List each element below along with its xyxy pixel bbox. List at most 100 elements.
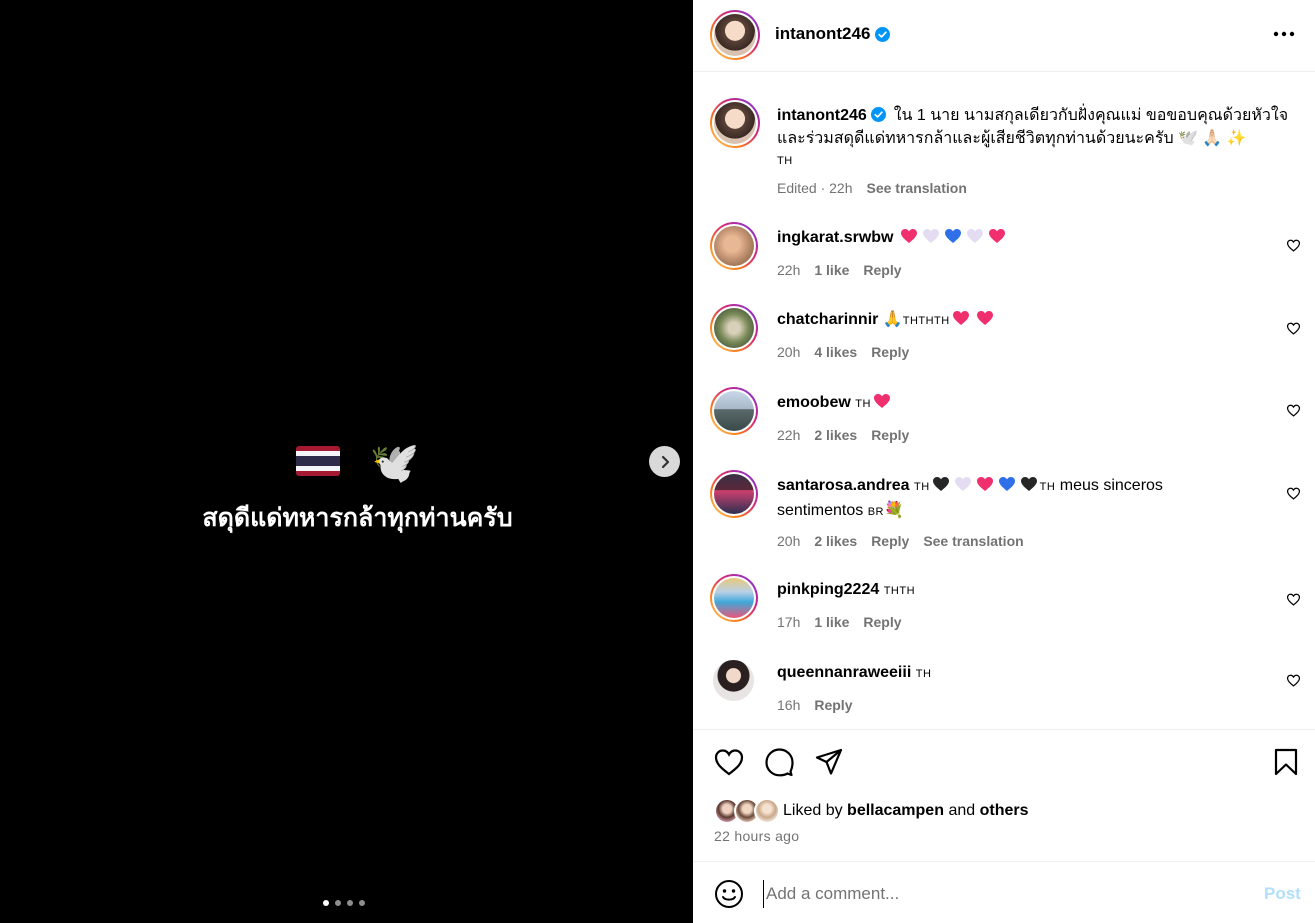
liked-by-prefix: Liked by bbox=[783, 802, 843, 819]
commenter-avatar[interactable] bbox=[710, 387, 758, 435]
author-avatar[interactable] bbox=[710, 10, 760, 60]
comment-likes[interactable]: 2 likes bbox=[814, 427, 857, 443]
see-translation-link[interactable]: See translation bbox=[867, 180, 967, 196]
like-comment-heart-icon[interactable] bbox=[1286, 592, 1301, 607]
pink-heart-icon bbox=[900, 229, 917, 243]
more-options-button[interactable] bbox=[1272, 22, 1296, 46]
verified-badge-icon bbox=[875, 26, 891, 42]
comment-button[interactable] bbox=[763, 746, 795, 778]
carousel-dot bbox=[335, 900, 341, 906]
comment-meta: 16h Reply bbox=[777, 697, 852, 713]
comment-username[interactable]: santarosa.andrea bbox=[777, 477, 910, 494]
comment-flag-tags: TH bbox=[1039, 481, 1056, 493]
dove-emoji: 🕊️ bbox=[369, 441, 420, 486]
save-button[interactable] bbox=[1270, 746, 1302, 778]
commenter-avatar[interactable] bbox=[710, 574, 758, 622]
like-comment-heart-icon[interactable] bbox=[1286, 486, 1301, 501]
reply-button[interactable]: Reply bbox=[863, 614, 901, 630]
like-comment-heart-icon[interactable] bbox=[1286, 238, 1301, 253]
comment-username[interactable]: ingkarat.srwbw bbox=[777, 229, 893, 246]
reply-button[interactable]: Reply bbox=[871, 427, 909, 443]
liked-by-others[interactable]: others bbox=[980, 802, 1029, 820]
post-comment-button[interactable]: Post bbox=[1264, 884, 1301, 904]
comment-time: 22h bbox=[777, 427, 801, 443]
comment-flag-tags: TH bbox=[855, 398, 871, 410]
prayer-emoji: 🙏 bbox=[882, 311, 903, 328]
caption-username[interactable]: intanont246 bbox=[777, 107, 867, 124]
liked-by-summary: Liked by bellacampen and others bbox=[714, 798, 1029, 824]
next-slide-button[interactable] bbox=[649, 446, 680, 477]
comment-meta: 20h 4 likes Reply bbox=[777, 344, 909, 360]
commenter-avatar[interactable] bbox=[710, 304, 758, 352]
like-button[interactable] bbox=[713, 746, 745, 778]
media-slide: 🕊️ สดุดีแด่ทหารกล้าทุกท่านครับ bbox=[0, 436, 715, 538]
liked-by-avatars[interactable] bbox=[714, 798, 780, 824]
comment-time: 16h bbox=[777, 697, 801, 713]
comment-icon bbox=[765, 748, 794, 777]
post-media: 🕊️ สดุดีแด่ทหารกล้าทุกท่านครับ bbox=[0, 0, 693, 923]
comment-likes[interactable]: 4 likes bbox=[814, 344, 857, 360]
carousel-dot bbox=[359, 900, 365, 906]
caption-flag-tag: TH bbox=[777, 155, 793, 167]
comment-flag-tags: TH bbox=[913, 481, 930, 493]
reply-button[interactable]: Reply bbox=[863, 262, 901, 278]
commenter-avatar[interactable] bbox=[713, 660, 754, 701]
comment-meta: 22h 2 likes Reply bbox=[777, 427, 909, 443]
like-comment-heart-icon[interactable] bbox=[1286, 673, 1301, 688]
comment-meta: 20h 2 likes Reply See translation bbox=[777, 533, 1024, 549]
comment-flag-tags: THTH bbox=[883, 585, 916, 597]
commenter-avatar[interactable] bbox=[710, 470, 758, 518]
emoji-icon[interactable] bbox=[714, 879, 744, 909]
thailand-flag-icon bbox=[295, 446, 340, 477]
media-emoji-row: 🕊️ bbox=[0, 436, 715, 486]
comment-time: 22h bbox=[777, 262, 801, 278]
white-heart-icon bbox=[954, 477, 971, 491]
comment-text: emoobew TH bbox=[777, 391, 1247, 416]
comment-time: 20h bbox=[777, 344, 801, 360]
comment-time: 17h bbox=[777, 614, 801, 630]
comment-text: queennanraweeiii TH bbox=[777, 661, 1247, 686]
liked-by-user[interactable]: bellacampen bbox=[847, 802, 944, 820]
post-side-panel: intanont246 intanont246 ใน 1 นาย นามสกุล… bbox=[693, 0, 1315, 923]
comment-likes[interactable]: 1 like bbox=[814, 614, 849, 630]
reply-button[interactable]: Reply bbox=[871, 344, 909, 360]
liker-avatar bbox=[754, 798, 780, 824]
add-comment-bar: Post bbox=[693, 861, 1315, 923]
comment-flag-tags: BR bbox=[867, 506, 884, 518]
share-icon bbox=[815, 748, 843, 775]
carousel-indicator bbox=[323, 900, 365, 906]
see-translation-link[interactable]: See translation bbox=[923, 533, 1023, 549]
black-heart-icon bbox=[1020, 477, 1037, 491]
comment-username[interactable]: pinkping2224 bbox=[777, 581, 879, 598]
comment-text: santarosa.andrea TH TH meus sinceros sent… bbox=[777, 474, 1247, 524]
bouquet-emoji: 💐 bbox=[884, 502, 904, 519]
author-username[interactable]: intanont246 bbox=[775, 24, 870, 44]
verified-badge-icon bbox=[871, 107, 887, 122]
liked-by-and: and bbox=[948, 802, 976, 819]
reply-button[interactable]: Reply bbox=[814, 697, 852, 713]
more-options-icon bbox=[1273, 31, 1295, 37]
like-comment-heart-icon[interactable] bbox=[1286, 321, 1301, 336]
comment-flag-tags: TH bbox=[915, 668, 932, 680]
white-heart-icon bbox=[922, 229, 939, 243]
like-comment-heart-icon[interactable] bbox=[1286, 403, 1301, 418]
comment-likes[interactable]: 1 like bbox=[814, 262, 849, 278]
reply-button[interactable]: Reply bbox=[871, 533, 909, 549]
blue-heart-icon bbox=[944, 229, 961, 243]
share-button[interactable] bbox=[813, 746, 845, 778]
post-header: intanont246 bbox=[693, 0, 1315, 72]
comment-likes[interactable]: 2 likes bbox=[814, 533, 857, 549]
comment-meta: 22h 1 like Reply bbox=[777, 262, 902, 278]
comment-username[interactable]: chatcharinnir bbox=[777, 311, 878, 328]
pink-heart-icon bbox=[976, 311, 993, 325]
caption-author-avatar[interactable] bbox=[710, 98, 760, 148]
comment-username[interactable]: emoobew bbox=[777, 394, 851, 411]
comment-username[interactable]: queennanraweeiii bbox=[777, 664, 911, 681]
pink-heart-icon bbox=[988, 229, 1005, 243]
post-timestamp: 22 hours ago bbox=[714, 828, 800, 844]
commenter-avatar[interactable] bbox=[710, 222, 758, 270]
caption-emojis: 🕊️ 🙏🏻 ✨ bbox=[1178, 130, 1247, 147]
comment-input[interactable] bbox=[763, 880, 1233, 908]
comments-list[interactable]: intanont246 ใน 1 นาย นามสกุลเดียวกับฝั่ง… bbox=[693, 73, 1315, 729]
black-heart-icon bbox=[932, 477, 949, 491]
